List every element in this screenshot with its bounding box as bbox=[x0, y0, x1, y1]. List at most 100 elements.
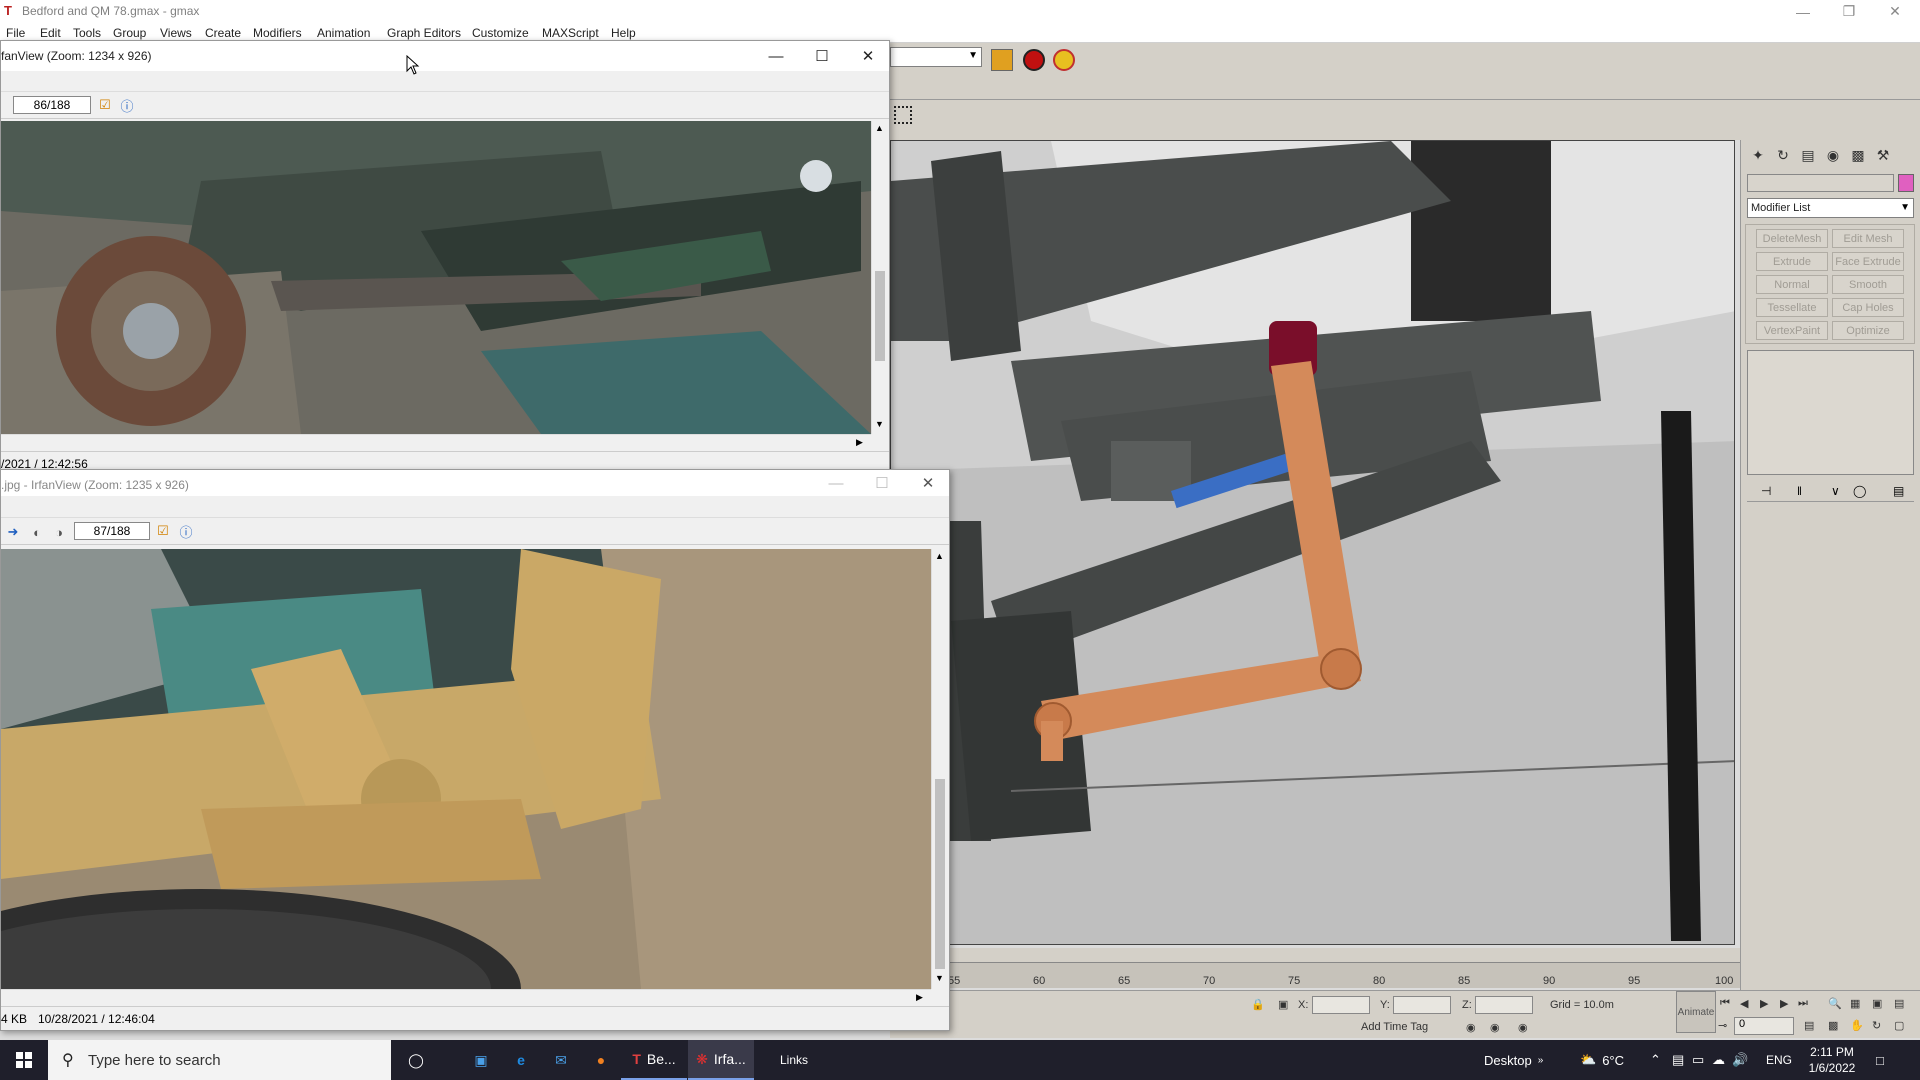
animate-button[interactable]: Animate bbox=[1676, 991, 1716, 1033]
minimize-icon[interactable]: — bbox=[813, 470, 859, 496]
deletemesh-button[interactable]: DeleteMesh bbox=[1756, 229, 1828, 248]
thumbnail-icon[interactable]: ☑ bbox=[97, 97, 113, 113]
taskbar-clock[interactable]: 2:11 PM 1/6/2022 bbox=[1802, 1044, 1862, 1076]
hierarchy-tab-icon[interactable]: ▤ bbox=[1797, 144, 1819, 166]
object-color-swatch[interactable] bbox=[1898, 174, 1914, 192]
hand-pan-icon[interactable]: ✋ bbox=[1850, 1019, 1864, 1032]
next-frame-icon[interactable]: ▶ bbox=[1780, 997, 1788, 1010]
volume-icon[interactable]: 🔊 bbox=[1732, 1040, 1748, 1080]
modifier-list-dropdown[interactable]: Modifier List ▼ bbox=[1747, 198, 1914, 218]
menu-customize[interactable]: Customize bbox=[472, 26, 529, 40]
modifier-stack-list[interactable] bbox=[1747, 350, 1914, 475]
selection-set-dropdown[interactable]: ▼ bbox=[890, 47, 982, 67]
close-icon[interactable]: ✕ bbox=[905, 470, 949, 496]
region-zoom-icon[interactable]: ▩ bbox=[1828, 1019, 1838, 1032]
cap-holes-button[interactable]: Cap Holes bbox=[1832, 298, 1904, 317]
maximize-icon[interactable]: ☐ bbox=[799, 41, 845, 71]
image-counter[interactable]: 87/188 bbox=[74, 522, 150, 540]
minimize-icon[interactable]: — bbox=[1780, 0, 1826, 23]
tessellate-button[interactable]: Tessellate bbox=[1756, 298, 1828, 317]
orbit-icon[interactable]: ◉ bbox=[1518, 1021, 1528, 1034]
menu-animation[interactable]: Animation bbox=[317, 26, 370, 40]
irfanview-1-titlebar[interactable]: fanView (Zoom: 1234 x 926) — ☐ ✕ bbox=[1, 41, 889, 71]
taskbar-app-gmax[interactable]: T Be... bbox=[621, 1040, 687, 1080]
weather-widget[interactable]: ⛅ 6°C bbox=[1580, 1040, 1624, 1080]
zoom-extents-icon[interactable]: ▣ bbox=[1872, 997, 1882, 1010]
play-icon[interactable]: ▶ bbox=[1760, 997, 1768, 1010]
onedrive-icon[interactable]: ☁ bbox=[1712, 1040, 1725, 1080]
vertexpaint-button[interactable]: VertexPaint bbox=[1756, 321, 1828, 340]
optimize-button[interactable]: Optimize bbox=[1832, 321, 1904, 340]
help-icon[interactable]: ⓘ bbox=[119, 97, 135, 114]
normal-button[interactable]: Normal bbox=[1756, 275, 1828, 294]
edit-mesh-button[interactable]: Edit Mesh bbox=[1832, 229, 1904, 248]
arc-rotate-icon[interactable]: ↻ bbox=[1872, 1019, 1881, 1032]
create-tab-icon[interactable]: ✦ bbox=[1747, 144, 1769, 166]
store-icon[interactable]: ▣ bbox=[461, 1040, 501, 1080]
menu-tools[interactable]: Tools bbox=[73, 26, 101, 40]
task-view-icon[interactable]: ◯ bbox=[392, 1040, 440, 1080]
scroll-thumb[interactable] bbox=[875, 271, 885, 361]
absolute-mode-icon[interactable]: ▣ bbox=[1278, 998, 1288, 1011]
vertical-scrollbar[interactable]: ▲ ▼ bbox=[931, 549, 948, 989]
pan-icon[interactable]: ◉ bbox=[1490, 1021, 1500, 1034]
irfanview-2-titlebar[interactable]: .jpg - IrfanView (Zoom: 1235 x 926) — ☐ … bbox=[1, 470, 949, 496]
configure-sets-icon[interactable]: ▤ bbox=[1893, 484, 1904, 498]
menu-graph-editors[interactable]: Graph Editors bbox=[387, 26, 461, 40]
help-icon[interactable]: ⓘ bbox=[178, 523, 194, 540]
zoom-all-icon[interactable]: ▦ bbox=[1850, 997, 1860, 1010]
previous-frame-icon[interactable]: ◀ bbox=[1740, 997, 1748, 1010]
start-button[interactable] bbox=[0, 1040, 48, 1080]
quick-render-icon[interactable] bbox=[1053, 49, 1075, 71]
minimize-icon[interactable]: — bbox=[753, 41, 799, 71]
menu-modifiers[interactable]: Modifiers bbox=[253, 26, 302, 40]
menu-help[interactable]: Help bbox=[611, 26, 636, 40]
scroll-right-icon[interactable]: ▶ bbox=[916, 992, 923, 1003]
rotate-left-icon[interactable]: ◐ bbox=[29, 524, 45, 540]
desktop-toolbar[interactable]: Desktop » bbox=[1484, 1040, 1543, 1080]
thumbnail-icon[interactable]: ☑ bbox=[155, 523, 171, 539]
object-name-field[interactable] bbox=[1747, 174, 1894, 192]
scroll-down-icon[interactable]: ▼ bbox=[935, 973, 944, 983]
pin-stack-icon[interactable]: ⊣ bbox=[1761, 484, 1771, 498]
perspective-viewport[interactable] bbox=[890, 140, 1735, 945]
internet-explorer-icon[interactable]: e bbox=[501, 1040, 541, 1080]
links-toolbar[interactable]: Links bbox=[772, 1040, 816, 1080]
menu-edit[interactable]: Edit bbox=[40, 26, 61, 40]
zoom-viewport-icon[interactable]: 🔍 bbox=[1828, 997, 1842, 1010]
zoom-extents-all-icon[interactable]: ▤ bbox=[1894, 997, 1904, 1010]
menu-file[interactable]: File bbox=[6, 26, 25, 40]
key-mode-icon[interactable]: ⊸ bbox=[1718, 1019, 1727, 1032]
menu-create[interactable]: Create bbox=[205, 26, 241, 40]
lock-selection-icon[interactable]: 🔒 bbox=[1251, 998, 1265, 1011]
scroll-down-icon[interactable]: ▼ bbox=[875, 419, 884, 429]
menu-maxscript[interactable]: MAXScript bbox=[542, 26, 599, 40]
scroll-right-icon[interactable]: ▶ bbox=[856, 437, 863, 448]
motion-tab-icon[interactable]: ◉ bbox=[1822, 144, 1844, 166]
go-to-start-icon[interactable]: ⏮ bbox=[1720, 997, 1730, 1010]
image-counter[interactable]: 86/188 bbox=[13, 96, 91, 114]
time-configuration-icon[interactable]: ▤ bbox=[1804, 1019, 1814, 1032]
horizontal-scrollbar[interactable]: ▶ bbox=[1, 434, 871, 451]
scroll-up-icon[interactable]: ▲ bbox=[935, 551, 944, 561]
notifications-icon[interactable]: □ bbox=[1876, 1040, 1884, 1080]
zoom-icon[interactable]: ◉ bbox=[1466, 1021, 1476, 1034]
language-indicator[interactable]: ENG bbox=[1766, 1040, 1792, 1080]
network-icon[interactable]: ▤ bbox=[1672, 1040, 1684, 1080]
y-coord-field[interactable] bbox=[1393, 996, 1451, 1014]
maximize-icon[interactable]: ☐ bbox=[859, 470, 905, 496]
close-icon[interactable]: ✕ bbox=[845, 41, 889, 71]
snap-toggle-icon[interactable] bbox=[894, 106, 912, 124]
smooth-button[interactable]: Smooth bbox=[1832, 275, 1904, 294]
current-frame-field[interactable]: 0 bbox=[1734, 1017, 1794, 1035]
next-image-icon[interactable]: ➜ bbox=[5, 524, 21, 540]
utilities-tab-icon[interactable]: ⚒ bbox=[1872, 144, 1894, 166]
timeline-ruler[interactable]: 55 60 65 70 75 80 85 90 95 100 bbox=[945, 962, 1740, 988]
vertical-scrollbar[interactable]: ▲ ▼ bbox=[871, 121, 888, 434]
scroll-thumb[interactable] bbox=[935, 779, 945, 969]
taskbar-app-irfanview[interactable]: ❋ Irfa... bbox=[688, 1040, 754, 1080]
restore-icon[interactable]: ❐ bbox=[1826, 0, 1872, 23]
chevron-up-icon[interactable]: ⌃ bbox=[1650, 1040, 1661, 1080]
modify-tab-icon[interactable]: ↻ bbox=[1772, 144, 1794, 166]
close-icon[interactable]: ✕ bbox=[1872, 0, 1918, 23]
